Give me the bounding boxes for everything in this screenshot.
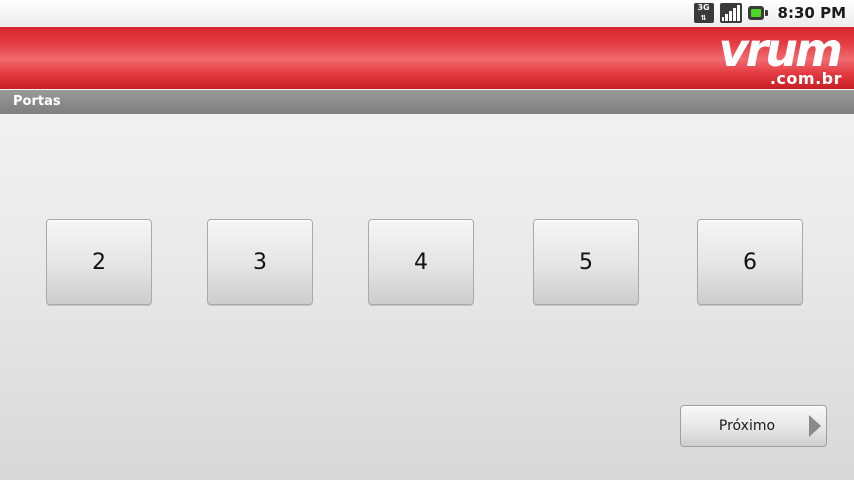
network-type-label: 3G — [697, 3, 710, 12]
doors-option-6-button[interactable]: 6 — [697, 219, 803, 305]
status-clock: 8:30 PM — [777, 4, 846, 22]
doors-option-2-button[interactable]: 2 — [46, 219, 152, 305]
3g-data-icon: 3G ⇅ — [693, 3, 714, 23]
option-label: 4 — [414, 249, 428, 275]
doors-option-5-button[interactable]: 5 — [533, 219, 639, 305]
chevron-right-icon — [809, 415, 821, 437]
doors-option-3-button[interactable]: 3 — [207, 219, 313, 305]
logo-word: vrum — [718, 23, 843, 77]
battery-icon — [747, 6, 768, 20]
next-button[interactable]: Próximo — [680, 405, 827, 447]
option-label: 5 — [579, 249, 593, 275]
page-title: Portas — [13, 94, 61, 109]
signal-strength-icon — [719, 3, 742, 23]
option-label: 3 — [253, 249, 267, 275]
network-arrows-label: ⇅ — [700, 14, 707, 22]
option-label: 6 — [743, 249, 757, 275]
app-header: vrum .com.br — [0, 27, 854, 89]
next-button-label: Próximo — [718, 418, 776, 434]
title-bar: Portas — [0, 90, 854, 114]
vrum-logo: vrum .com.br — [696, 23, 846, 87]
doors-option-4-button[interactable]: 4 — [368, 219, 474, 305]
option-label: 2 — [92, 249, 106, 275]
